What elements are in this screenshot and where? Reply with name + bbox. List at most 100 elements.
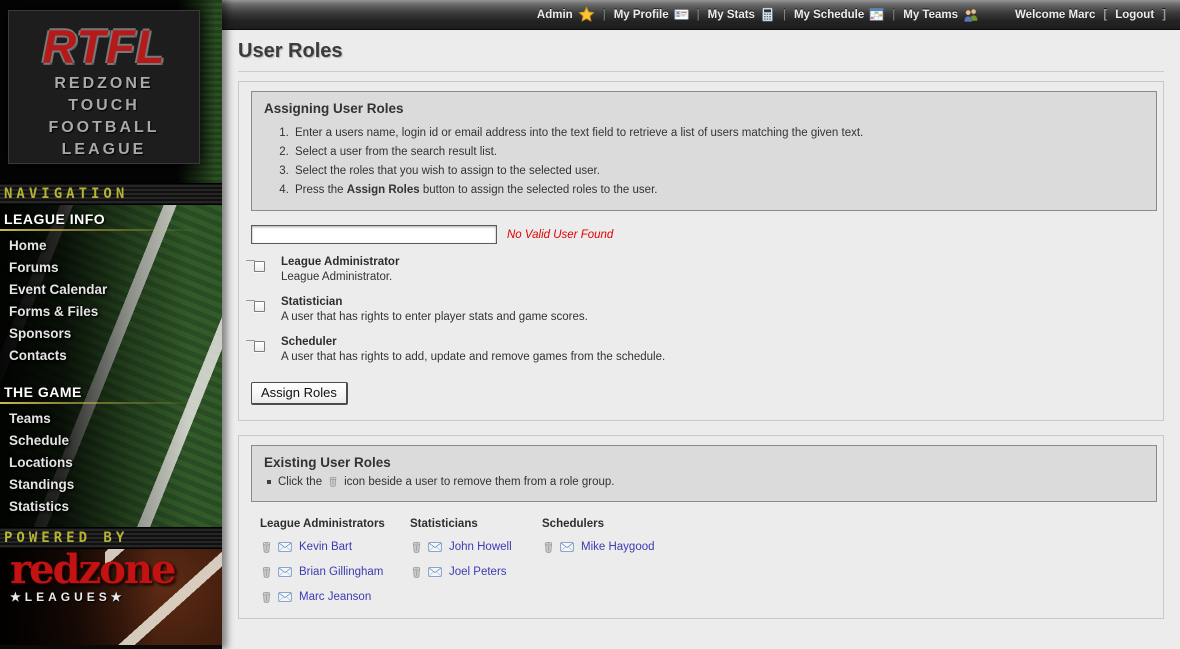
topbar-item-admin[interactable]: Admin — [537, 6, 595, 23]
sidebar: RTFL REDZONE TOUCH FOOTBALL LEAGUE NAVIG… — [0, 0, 222, 649]
role-description: League Administrator. — [281, 271, 1157, 284]
role-checkbox[interactable] — [254, 261, 265, 272]
league-logo[interactable]: RTFL REDZONE TOUCH FOOTBALL LEAGUE — [8, 10, 200, 164]
user-link[interactable]: Brian Gillingham — [299, 566, 383, 578]
nav-section-header-the-game: THE GAME — [0, 378, 222, 402]
assign-roles-button[interactable]: Assign Roles — [251, 382, 348, 405]
welcome-text: Welcome Marc — [1015, 9, 1095, 21]
step-item: Select the roles that you wish to assign… — [292, 165, 1144, 178]
main-content: User Roles Assigning User Roles Enter a … — [222, 30, 1180, 649]
email-user-icon[interactable] — [277, 590, 293, 604]
calendar-icon — [869, 7, 884, 22]
title-divider — [238, 71, 1164, 72]
sidebar-item-sponsors[interactable]: Sponsors — [0, 323, 222, 345]
existing-header-box: Existing User Roles Click the icon besid… — [251, 445, 1157, 502]
assigning-instructions-box: Assigning User Roles Enter a users name,… — [251, 91, 1157, 211]
topbar-item-my-schedule[interactable]: My Schedule — [794, 7, 884, 22]
navigation-banner: NAVIGATION — [0, 183, 222, 205]
remove-user-icon[interactable] — [260, 540, 273, 554]
nav-underline — [0, 402, 222, 404]
remove-user-icon[interactable] — [542, 540, 555, 554]
sidebar-nav: LEAGUE INFO Home Forums Event Calendar F… — [0, 205, 222, 518]
group-title: League Administrators — [260, 518, 410, 530]
logout-bracket-close: ] — [1162, 9, 1166, 21]
existing-title: Existing User Roles — [264, 455, 1144, 470]
bullet-icon — [267, 480, 271, 484]
user-row: Kevin Bart — [260, 539, 410, 555]
sidebar-item-forms-files[interactable]: Forms & Files — [0, 301, 222, 323]
user-row: Brian Gillingham — [260, 564, 410, 580]
note-text: icon beside a user to remove them from a… — [344, 476, 614, 488]
existing-note: Click the icon beside a user to remove t… — [264, 475, 1144, 488]
step-text: Press the — [295, 184, 347, 196]
role-checkbox[interactable] — [254, 301, 265, 312]
logout-link[interactable]: Logout — [1115, 9, 1154, 21]
search-status-message: No Valid User Found — [507, 229, 613, 241]
topbar-item-label: My Teams — [903, 9, 958, 21]
user-row: John Howell — [410, 539, 542, 555]
user-search-input[interactable] — [251, 225, 497, 244]
redzone-leagues-logo[interactable]: redzone ★LEAGUES★ — [10, 551, 174, 604]
sidebar-item-forums[interactable]: Forums — [0, 257, 222, 279]
role-description: A user that has rights to enter player s… — [281, 311, 1157, 324]
sidebar-item-schedule[interactable]: Schedule — [0, 430, 222, 452]
role-groups: League Administrators Kevin Bart Brian G… — [251, 518, 1157, 605]
remove-user-icon[interactable] — [410, 540, 423, 554]
topbar-item-my-stats[interactable]: My Stats — [708, 7, 775, 22]
assigning-title: Assigning User Roles — [264, 101, 1144, 116]
email-user-icon[interactable] — [427, 565, 443, 579]
sidebar-item-event-calendar[interactable]: Event Calendar — [0, 279, 222, 301]
topbar-separator: | — [603, 9, 606, 21]
group-schedulers: Schedulers Mike Haygood — [542, 518, 1157, 605]
calculator-icon — [760, 7, 775, 22]
role-name: Scheduler — [281, 336, 1157, 349]
topbar: Admin | My Profile | My Stats | My Sched… — [222, 0, 1180, 30]
topbar-item-label: Admin — [537, 9, 573, 21]
user-link[interactable]: John Howell — [449, 541, 512, 553]
email-user-icon[interactable] — [277, 540, 293, 554]
assigning-steps: Enter a users name, login id or email ad… — [264, 127, 1144, 197]
sidebar-item-teams[interactable]: Teams — [0, 408, 222, 430]
logo-line: LEAGUE — [9, 139, 199, 161]
role-name: League Administrator — [281, 256, 1157, 269]
sidebar-item-statistics[interactable]: Statistics — [0, 496, 222, 518]
logo-line: TOUCH — [9, 95, 199, 117]
logo-acronym: RTFL — [9, 21, 199, 73]
remove-user-icon[interactable] — [260, 565, 273, 579]
group-title: Schedulers — [542, 518, 1157, 530]
user-row: Marc Jeanson — [260, 589, 410, 605]
email-user-icon[interactable] — [559, 540, 575, 554]
logo-line: REDZONE — [9, 73, 199, 95]
remove-user-icon[interactable] — [410, 565, 423, 579]
topbar-item-my-profile[interactable]: My Profile — [614, 7, 689, 22]
sidebar-item-standings[interactable]: Standings — [0, 474, 222, 496]
sidebar-item-contacts[interactable]: Contacts — [0, 345, 222, 367]
logout-bracket-open: [ — [1103, 9, 1107, 21]
user-link[interactable]: Joel Peters — [449, 566, 507, 578]
email-user-icon[interactable] — [427, 540, 443, 554]
remove-user-icon[interactable] — [260, 590, 273, 604]
group-icon — [963, 7, 979, 23]
existing-section: Existing User Roles Click the icon besid… — [238, 435, 1164, 619]
note-text: Click the — [278, 476, 322, 488]
sidebar-item-home[interactable]: Home — [0, 235, 222, 257]
nav-section-header-league-info: LEAGUE INFO — [0, 205, 222, 229]
step-item: Press the Assign Roles button to assign … — [292, 184, 1144, 197]
assigning-section: Assigning User Roles Enter a users name,… — [238, 81, 1164, 421]
role-checkbox[interactable] — [254, 341, 265, 352]
role-description: A user that has rights to add, update an… — [281, 351, 1157, 364]
redzone-brand-text: redzone — [10, 551, 174, 589]
group-league-administrators: League Administrators Kevin Bart Brian G… — [260, 518, 410, 605]
sidebar-item-locations[interactable]: Locations — [0, 452, 222, 474]
user-link[interactable]: Marc Jeanson — [299, 591, 371, 603]
step-bold-text: Assign Roles — [347, 184, 420, 196]
email-user-icon[interactable] — [277, 565, 293, 579]
nav-list-league-info: Home Forums Event Calendar Forms & Files… — [0, 235, 222, 367]
topbar-item-label: My Profile — [614, 9, 669, 21]
nav-underline — [0, 229, 222, 231]
topbar-item-my-teams[interactable]: My Teams — [903, 7, 979, 23]
user-link[interactable]: Kevin Bart — [299, 541, 352, 553]
star-icon — [578, 6, 595, 23]
user-link[interactable]: Mike Haygood — [581, 541, 655, 553]
topbar-separator: | — [892, 9, 895, 21]
